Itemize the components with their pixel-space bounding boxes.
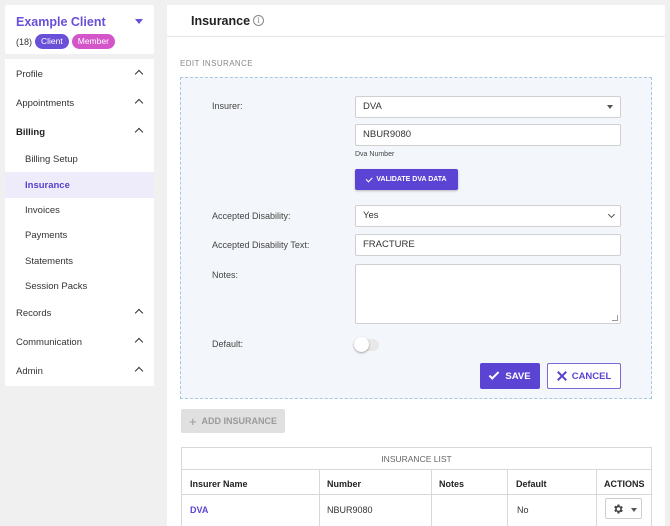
sidebar: Profile Appointments Billing Billing Set… bbox=[5, 59, 154, 386]
sidebar-item-records[interactable]: Records bbox=[5, 300, 154, 326]
sidebar-item-label: Records bbox=[16, 307, 52, 319]
column-divider bbox=[431, 470, 432, 526]
save-label: SAVE bbox=[505, 370, 531, 382]
sidebar-item-label: Invoices bbox=[25, 204, 60, 216]
dva-number-input[interactable]: NBUR9080 bbox=[355, 124, 621, 146]
column-divider bbox=[596, 470, 597, 526]
client-dropdown-icon[interactable] bbox=[135, 19, 143, 24]
dva-number-value: NBUR9080 bbox=[363, 129, 412, 140]
insurer-select[interactable]: DVA bbox=[355, 96, 621, 118]
sidebar-item-label: Appointments bbox=[16, 97, 75, 109]
member-badge: Member bbox=[71, 34, 115, 49]
header-number: Number bbox=[327, 479, 362, 489]
sidebar-item-label: Communication bbox=[16, 336, 82, 348]
column-divider bbox=[507, 470, 508, 526]
chevron-down-icon bbox=[607, 210, 616, 219]
dva-number-helper: Dva Number bbox=[355, 151, 395, 158]
client-card: Example Client (18) Client Member bbox=[5, 5, 154, 54]
sidebar-item-label: Insurance bbox=[25, 179, 70, 191]
sidebar-item-label: Statements bbox=[25, 255, 74, 267]
row-actions-button[interactable] bbox=[605, 498, 642, 519]
sidebar-item-payments[interactable]: Payments bbox=[5, 222, 154, 248]
validate-dva-label: VALIDATE DVA DATA bbox=[376, 176, 447, 183]
sidebar-item-statements[interactable]: Statements bbox=[5, 248, 154, 274]
check-icon bbox=[366, 175, 373, 182]
chevron-up-icon bbox=[134, 337, 144, 347]
info-icon[interactable]: i bbox=[253, 15, 264, 26]
insurer-select-value: DVA bbox=[363, 101, 382, 112]
insurer-label: Insurer: bbox=[212, 101, 243, 111]
header-notes: Notes bbox=[439, 479, 465, 489]
gear-icon bbox=[614, 504, 623, 514]
sidebar-item-communication[interactable]: Communication bbox=[5, 329, 154, 355]
default-label: Default: bbox=[212, 339, 244, 349]
row-insurer-link[interactable]: DVA bbox=[190, 505, 208, 515]
chevron-up-icon bbox=[134, 366, 144, 376]
accepted-disability-value: Yes bbox=[363, 210, 379, 221]
sidebar-item-session-packs[interactable]: Session Packs bbox=[5, 273, 154, 299]
cancel-button[interactable]: CANCEL bbox=[547, 363, 621, 389]
chevron-up-icon bbox=[134, 308, 144, 318]
accepted-disability-text-label: Accepted Disability Text: bbox=[212, 240, 310, 250]
sidebar-item-label: Session Packs bbox=[25, 280, 88, 292]
row-default: No bbox=[517, 505, 529, 515]
page-title: Insurance bbox=[191, 14, 251, 28]
sidebar-item-insurance[interactable]: Insurance bbox=[5, 172, 154, 198]
sidebar-item-admin[interactable]: Admin bbox=[5, 358, 154, 384]
accepted-disability-label: Accepted Disability: bbox=[212, 211, 291, 221]
caret-down-icon bbox=[631, 508, 637, 512]
insurance-list: INSURANCE LIST Insurer Name Number Notes… bbox=[181, 447, 652, 526]
main-panel: Insurance i EDIT INSURANCE Insurer: DVA … bbox=[167, 5, 665, 526]
header-default: Default bbox=[516, 479, 547, 489]
header-insurer-name: Insurer Name bbox=[190, 479, 248, 489]
client-badge: Client bbox=[35, 34, 69, 49]
insurance-list-title: INSURANCE LIST bbox=[182, 448, 651, 470]
row-divider bbox=[182, 494, 651, 495]
accepted-disability-text-input[interactable]: FRACTURE bbox=[355, 234, 621, 256]
sidebar-item-appointments[interactable]: Appointments bbox=[5, 90, 154, 116]
sidebar-item-profile[interactable]: Profile bbox=[5, 61, 154, 87]
client-count: (18) bbox=[16, 36, 33, 47]
page-header: Insurance i bbox=[167, 5, 665, 37]
cancel-label: CANCEL bbox=[571, 370, 612, 382]
sidebar-item-label: Billing bbox=[16, 126, 46, 138]
sidebar-item-label: Admin bbox=[16, 365, 43, 377]
sidebar-item-label: Billing Setup bbox=[25, 153, 78, 165]
resize-grip-icon[interactable] bbox=[612, 315, 618, 321]
chevron-up-icon bbox=[134, 69, 144, 79]
caret-down-icon bbox=[607, 105, 613, 109]
client-name[interactable]: Example Client bbox=[16, 15, 106, 29]
chevron-up-icon bbox=[134, 98, 144, 108]
save-button[interactable]: SAVE bbox=[480, 363, 540, 389]
chevron-up-icon bbox=[134, 127, 144, 137]
toggle-knob bbox=[354, 337, 369, 352]
accepted-disability-text-value: FRACTURE bbox=[363, 239, 415, 250]
client-meta: (18) Client Member bbox=[16, 34, 115, 49]
edit-insurance-form: Insurer: DVA NBUR9080 Dva Number VALIDAT… bbox=[180, 77, 652, 399]
notes-textarea[interactable] bbox=[355, 264, 621, 324]
close-icon bbox=[557, 371, 567, 381]
sidebar-item-label: Payments bbox=[25, 229, 68, 241]
add-insurance-label: ADD INSURANCE bbox=[201, 416, 278, 426]
validate-dva-button[interactable]: VALIDATE DVA DATA bbox=[355, 169, 458, 190]
check-icon bbox=[489, 369, 500, 380]
default-toggle[interactable] bbox=[354, 337, 379, 352]
notes-label: Notes: bbox=[212, 270, 239, 280]
sidebar-item-label: Profile bbox=[16, 68, 43, 80]
sidebar-item-invoices[interactable]: Invoices bbox=[5, 197, 154, 223]
accepted-disability-select[interactable]: Yes bbox=[355, 205, 621, 227]
section-title: EDIT INSURANCE bbox=[180, 59, 254, 68]
row-number: NBUR9080 bbox=[327, 505, 373, 515]
sidebar-item-billing-setup[interactable]: Billing Setup bbox=[5, 146, 154, 172]
add-insurance-button[interactable]: + ADD INSURANCE bbox=[181, 409, 285, 433]
column-divider bbox=[319, 470, 320, 526]
sidebar-item-billing[interactable]: Billing bbox=[5, 119, 154, 145]
header-actions: ACTIONS bbox=[604, 479, 645, 489]
plus-icon: + bbox=[188, 413, 197, 429]
